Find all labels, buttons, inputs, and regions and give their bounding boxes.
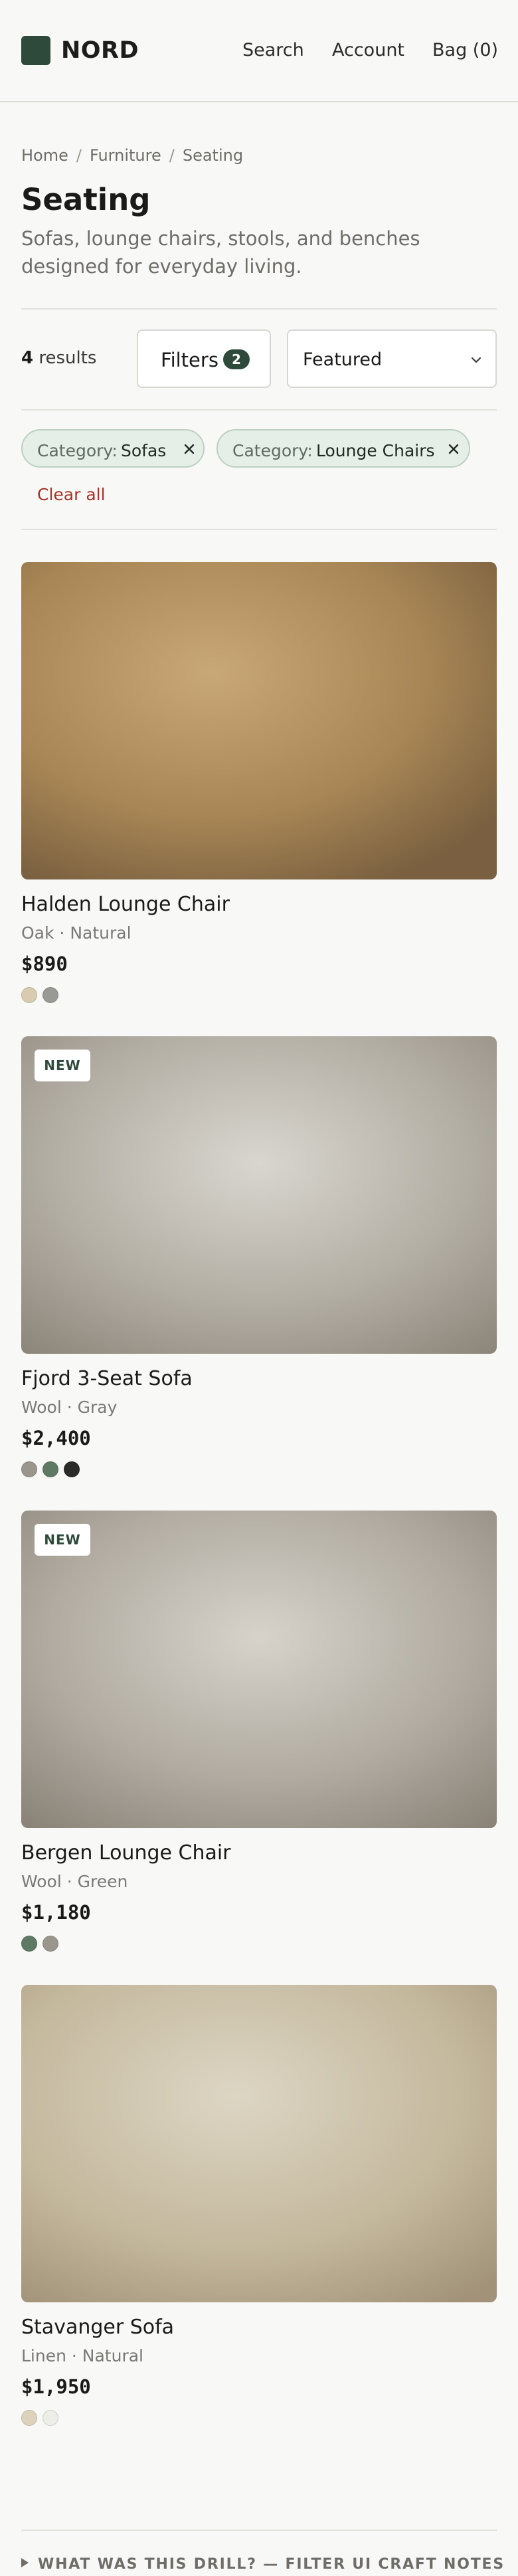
filters-count-badge: 2 [223, 349, 250, 369]
color-swatch[interactable] [43, 987, 58, 1003]
product-name[interactable]: Halden Lounge Chair [21, 893, 230, 916]
nav-account-link[interactable]: Account [332, 40, 404, 60]
new-badge: NEW [35, 1050, 90, 1081]
nav-bag-link[interactable]: Bag (0) [432, 40, 498, 60]
chevron-down-icon [471, 357, 481, 363]
product-card[interactable]: Stavanger Sofa Linen · Natural $1,950 [21, 1985, 497, 2426]
result-count-number: 4 [21, 348, 34, 368]
close-icon[interactable] [446, 442, 461, 456]
craft-notes-disclosure[interactable]: WHAT WAS THIS DRILL? — FILTER UI CRAFT N… [21, 2556, 505, 2573]
product-meta: Wool · Green [21, 1872, 128, 1891]
divider [21, 2530, 497, 2531]
color-swatch[interactable] [21, 2410, 37, 2426]
color-swatch[interactable] [43, 2410, 58, 2426]
result-count: 4 results [21, 348, 96, 368]
color-swatch[interactable] [21, 1936, 37, 1952]
product-price: $1,950 [21, 2375, 91, 2398]
disclosure-triangle-icon [21, 2558, 29, 2567]
color-swatch[interactable] [43, 1936, 58, 1952]
product-card[interactable]: NEW Bergen Lounge Chair Wool · Green $1,… [21, 1511, 497, 1952]
product-price: $1,180 [21, 1901, 91, 1924]
logo-mark[interactable] [21, 36, 50, 65]
page-title: Seating [21, 182, 151, 217]
product-name[interactable]: Fjord 3-Seat Sofa [21, 1367, 193, 1390]
divider [21, 308, 497, 310]
color-swatch[interactable] [21, 1461, 37, 1477]
breadcrumb-separator: / [76, 146, 82, 165]
product-card[interactable]: NEW Fjord 3-Seat Sofa Wool · Gray $2,400 [21, 1036, 497, 1477]
breadcrumb-furniture[interactable]: Furniture [90, 146, 161, 165]
filter-chip-sofas: Category: Sofas [21, 429, 205, 468]
product-price: $2,400 [21, 1427, 91, 1449]
breadcrumb-current: Seating [182, 146, 244, 165]
product-price: $890 [21, 953, 68, 975]
filter-chip-key: Category: [37, 441, 118, 460]
new-badge: NEW [35, 1524, 90, 1556]
brand-logo[interactable]: NORD [61, 37, 139, 64]
craft-notes-label: WHAT WAS THIS DRILL? — FILTER UI CRAFT N… [38, 2556, 505, 2573]
filter-chip-value: Sofas [121, 441, 167, 460]
filter-chip-key: Category: [232, 441, 313, 460]
close-icon[interactable] [182, 442, 197, 456]
result-count-label: results [39, 348, 97, 368]
divider [21, 409, 497, 411]
sort-select-value: Featured [303, 349, 383, 370]
product-image[interactable] [21, 562, 497, 879]
color-swatch[interactable] [43, 1461, 58, 1477]
product-image[interactable] [21, 1985, 497, 2302]
filters-button[interactable]: Filters 2 [137, 329, 271, 388]
filters-button-label: Filters [161, 349, 218, 371]
breadcrumb: Home / Furniture / Seating [21, 146, 243, 165]
sort-select[interactable]: Featured [287, 329, 497, 388]
breadcrumb-home[interactable]: Home [21, 146, 68, 165]
divider [21, 529, 497, 530]
filter-chip-lounge-chairs: Category: Lounge Chairs [216, 429, 470, 468]
color-swatch[interactable] [21, 987, 37, 1003]
color-swatch[interactable] [64, 1461, 80, 1477]
product-name[interactable]: Stavanger Sofa [21, 2316, 174, 2339]
product-meta: Linen · Natural [21, 2346, 143, 2365]
product-card[interactable]: Halden Lounge Chair Oak · Natural $890 [21, 562, 497, 1003]
product-meta: Oak · Natural [21, 923, 131, 943]
clear-all-link[interactable]: Clear all [37, 485, 106, 504]
site-header: NORD Search Account Bag (0) [0, 0, 518, 102]
product-image[interactable]: NEW [21, 1036, 497, 1354]
nav-search-link[interactable]: Search [242, 40, 304, 60]
page-description: Sofas, lounge chairs, stools, and benche… [21, 227, 420, 278]
filter-chip-value: Lounge Chairs [316, 441, 435, 460]
product-meta: Wool · Gray [21, 1398, 118, 1417]
product-name[interactable]: Bergen Lounge Chair [21, 1841, 231, 1865]
breadcrumb-separator: / [169, 146, 175, 165]
product-image[interactable]: NEW [21, 1511, 497, 1828]
